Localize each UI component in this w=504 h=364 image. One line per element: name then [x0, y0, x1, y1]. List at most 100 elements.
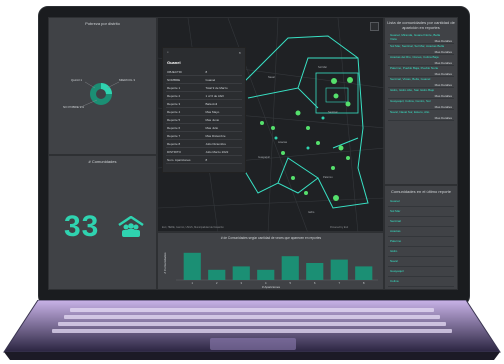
- list-item[interactable]: Guanel: [388, 197, 454, 207]
- popup-cell: Mas Julio: [204, 123, 242, 132]
- popup-row: NOMBRE Guanel: [166, 75, 242, 84]
- list-item[interactable]: Naval, Naval Sur, Estero, Alto Mas Detall…: [388, 110, 454, 121]
- bar[interactable]: [355, 266, 373, 280]
- popup-cell: 8: [204, 155, 242, 164]
- bar[interactable]: [257, 269, 275, 280]
- feature-popup[interactable]: ⌕ × Guanel OBJECTID 8 NOMBRE Guanel Reporte …: [162, 47, 246, 173]
- map-place-label: Palermo: [323, 175, 333, 179]
- list-item[interactable]: Isidro, Isidro Alto, San Isidro Bajo Mas …: [388, 88, 454, 99]
- popup-title: Guanel: [167, 60, 181, 65]
- x-tick-label: 3: [241, 281, 243, 285]
- bottom-right-title: Comunidades en el último reporte: [390, 189, 452, 194]
- popup-row: Reporte 7 Mas Diciembre: [166, 131, 242, 140]
- list-item[interactable]: Colina: [388, 277, 454, 287]
- popup-cell: Julio Diciembre: [204, 139, 242, 148]
- bottom-right-panel: Comunidades en el último reporte Guanel S…: [384, 185, 458, 290]
- popup-cell: Mas Diciembre: [204, 131, 242, 140]
- pie-chart: Quintil 1 MIERCOL 3 NO POBRE 9%: [63, 78, 135, 109]
- list-item-detail-link[interactable]: Mas Detalles: [435, 61, 452, 65]
- popup-cell: Guanel: [204, 75, 242, 84]
- popup-cell: Reporte 8: [166, 139, 205, 148]
- popup-cell: Reporte 2: [166, 91, 205, 100]
- pie-label-1: Quintil 1: [71, 78, 82, 82]
- chart-xlabel: # Apariciones: [262, 285, 281, 289]
- map-place-label: Acacias: [278, 140, 288, 144]
- bar[interactable]: [208, 269, 226, 280]
- list-item-detail-link[interactable]: Mas Detalles: [435, 83, 452, 87]
- list-item[interactable]: Acacias del Rio, Cisnes, Colina Baja Mas …: [388, 55, 454, 66]
- list-item[interactable]: Sentinal: [388, 217, 454, 227]
- x-tick-label: 8: [363, 281, 365, 285]
- popup-row: Reporte 3 Bala Anil: [166, 99, 242, 108]
- x-tick-label: 6: [314, 281, 316, 285]
- popup-cell: Mas Junio: [204, 115, 242, 124]
- list-item[interactable]: Palermo, Pueblo Baja, Pueblo Norte Mas De…: [388, 66, 454, 77]
- map-menu-button[interactable]: [370, 22, 379, 31]
- laptop-base: [3, 300, 501, 360]
- popup-cell: Reporte 5: [166, 115, 205, 124]
- list-item[interactable]: Guayaquil, Colina, Centro, Sol Mas Detall…: [388, 99, 454, 110]
- bar-chart: # de Comunidades según cantidad de veces…: [163, 236, 378, 289]
- list-item[interactable]: Acacias: [388, 227, 454, 237]
- list-item[interactable]: Guayaquil: [388, 267, 454, 277]
- popup-cell: Mas Mayo: [204, 107, 242, 116]
- list-item-label: Acacias del Rio, Cisnes, Colina Baja: [390, 55, 439, 59]
- list-item-detail-link[interactable]: Mas Detalles: [435, 116, 452, 120]
- bar-chart-panel: # de Comunidades según cantidad de veces…: [157, 232, 384, 290]
- popup-row: DISTRITO Julio Marzo 2022: [166, 147, 242, 156]
- chart-ylabel: # Comunidades: [163, 252, 167, 274]
- popup-cell: Reporte 3: [166, 99, 205, 108]
- popup-cell: NOMBRE: [166, 75, 205, 84]
- popup-close-icon[interactable]: ×: [239, 50, 241, 55]
- list-item[interactable]: Isidro: [388, 247, 454, 257]
- right-list-panel: Lista de comunidades por cantidad de apa…: [384, 17, 458, 185]
- list-item-detail-link[interactable]: Mas Detalles: [435, 50, 452, 54]
- popup-cell: 8: [204, 68, 242, 76]
- popup-row: Reporte 1 Total 9 de Marzo: [166, 83, 242, 92]
- list-item[interactable]: Sol Mar, Sentinal, Sol Mar, Acacias Bell…: [388, 44, 454, 55]
- popup-cell: 1 of 6 de Abril: [204, 91, 242, 100]
- popup-search-icon[interactable]: ⌕: [167, 50, 169, 54]
- map-place-label: Guayaquil: [258, 155, 270, 159]
- list-item-label: Guayaquil, Colina, Centro, Sol: [390, 99, 431, 103]
- right-panel-title: Lista de comunidades por cantidad de apa…: [387, 20, 455, 30]
- list-item[interactable]: Naval: [388, 257, 454, 267]
- bar[interactable]: [183, 252, 201, 280]
- popup-cell: Reporte 1: [166, 83, 205, 92]
- popup-table: OBJECTID 8 NOMBRE Guanel Reporte 1 Total 9 de…: [166, 68, 242, 164]
- popup-row: Reporte 6 Mas Julio: [166, 123, 242, 132]
- list-item[interactable]: Guanel, Miranda, Guanel Norte, Bella Vis…: [388, 33, 454, 44]
- list-item-label: Palermo, Pueblo Baja, Pueblo Norte: [390, 66, 439, 70]
- popup-cell: DISTRITO: [166, 147, 205, 156]
- list-item-detail-link[interactable]: Mas Detalles: [435, 39, 452, 43]
- pie-panel-title: Pobreza por distrito: [85, 21, 120, 26]
- popup-row: Num. Apariciones 8: [166, 155, 242, 164]
- bar[interactable]: [232, 266, 250, 280]
- chart-title: # de Comunidades según cantidad de veces…: [221, 236, 322, 240]
- list-item-detail-link[interactable]: Mas Detalles: [435, 105, 452, 109]
- popup-row: Reporte 21 of 6 de Abril: [166, 91, 242, 100]
- list-item[interactable]: Cisnes: [388, 287, 454, 290]
- community-icon: [118, 216, 144, 237]
- last-report-list: Guanel Sol Mar Sentinal Acacias Palermo Isidr…: [385, 197, 457, 290]
- map-credit: Esri, HERE, Garmin, USGS, Municipalidad …: [162, 226, 224, 229]
- popup-cell: Reporte 7: [166, 131, 205, 140]
- popup-row: Reporte 8 Julio Diciembre: [166, 139, 242, 148]
- map-place-label: Sentinal: [328, 110, 338, 114]
- list-item[interactable]: Sol Mar: [388, 207, 454, 217]
- map-place-label: Isidro: [308, 210, 315, 214]
- list-item-detail-link[interactable]: Mas Detalles: [435, 72, 452, 76]
- bar[interactable]: [281, 256, 299, 280]
- bar[interactable]: [330, 259, 348, 280]
- list-item[interactable]: Palermo: [388, 237, 454, 247]
- popup-cell: Julio Marzo 2022: [204, 147, 242, 156]
- popup-cell: Num. Apariciones: [166, 155, 205, 164]
- bar[interactable]: [306, 263, 324, 280]
- list-item[interactable]: Sentinal, Vistas, Bella, Guanel Mas Detal…: [388, 77, 454, 88]
- x-tick-label: 5: [290, 281, 292, 285]
- count-panel-title: # Comunidades: [88, 159, 117, 164]
- popup-cell: Total 9 de Marzo: [204, 83, 242, 92]
- popup-row: Reporte 5 Mas Junio: [166, 115, 242, 124]
- list-item-detail-link[interactable]: Mas Detalles: [435, 94, 452, 98]
- popup-cell: Bala Anil: [204, 99, 242, 108]
